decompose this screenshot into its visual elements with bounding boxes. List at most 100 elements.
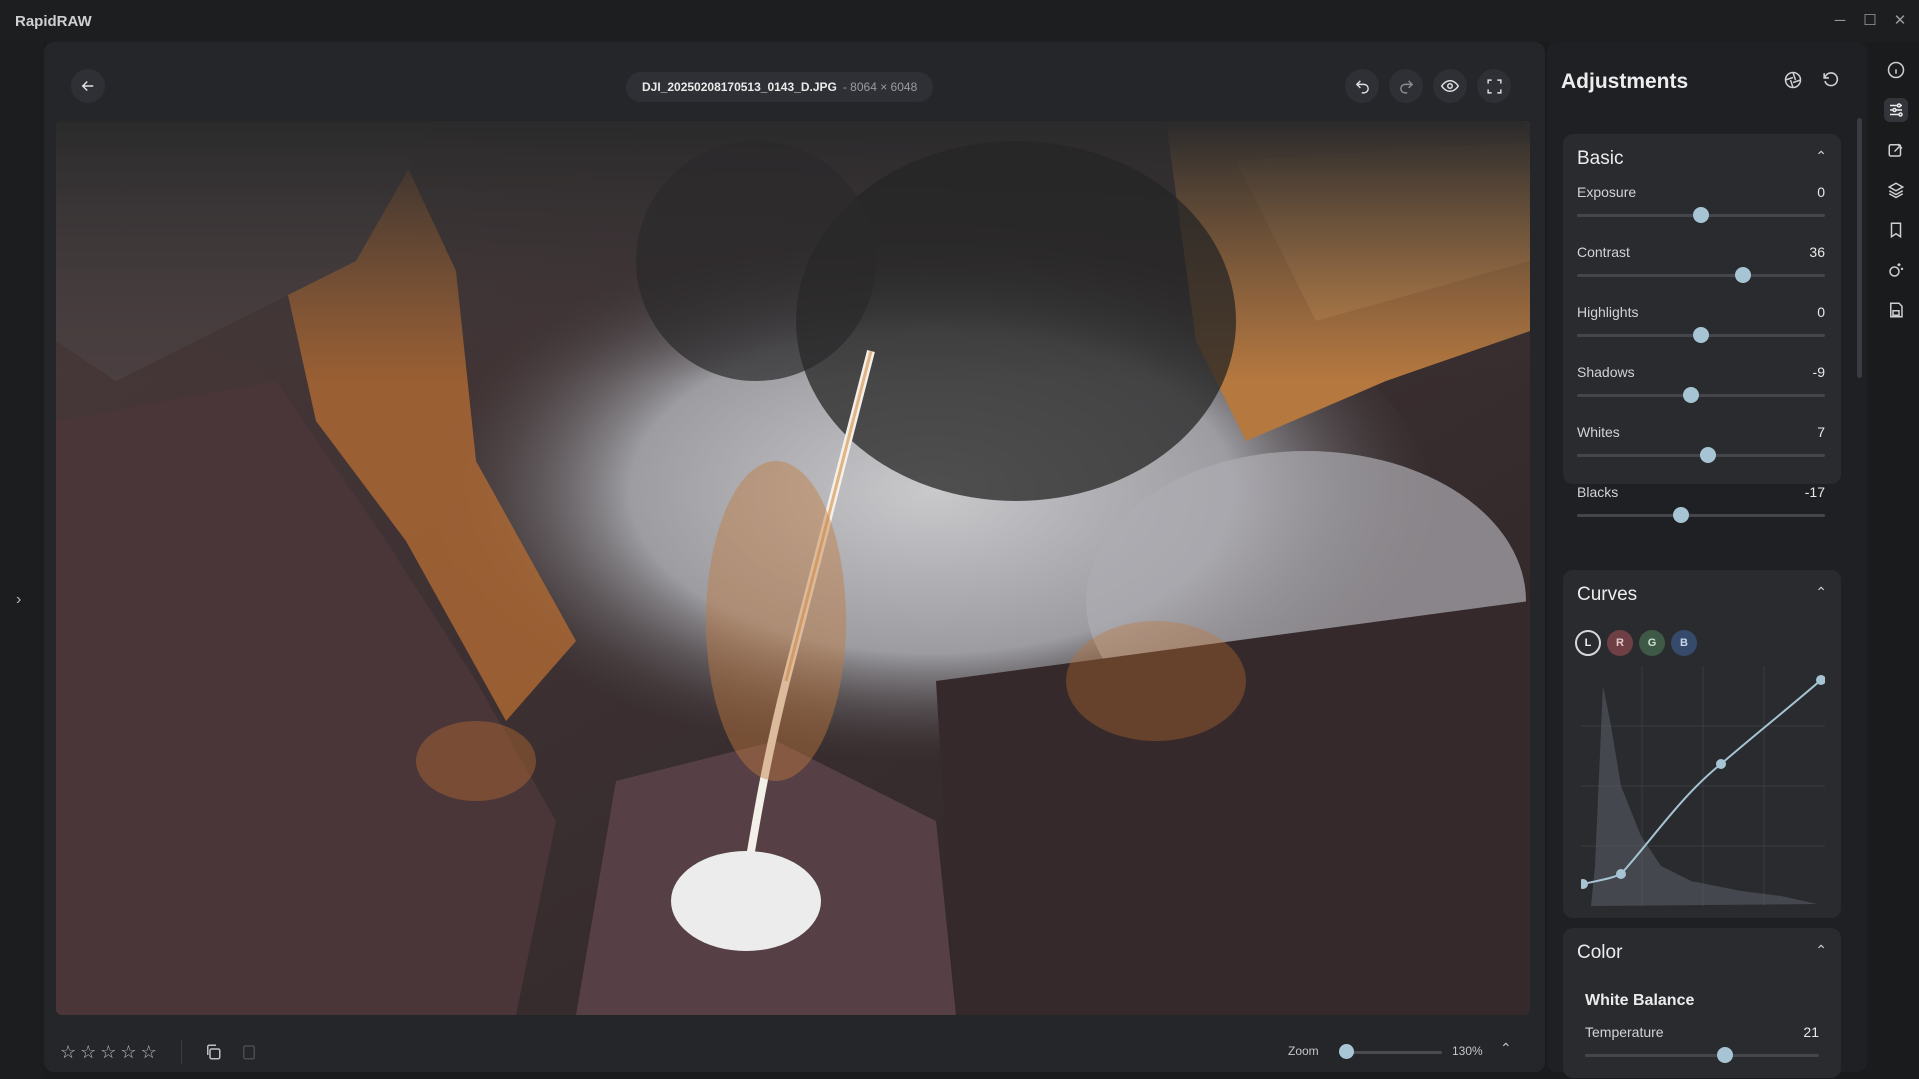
slider-whites: Whites 7 <box>1577 424 1825 472</box>
slider-track[interactable] <box>1577 514 1825 517</box>
curve-point[interactable] <box>1616 869 1626 879</box>
slider-track[interactable] <box>1577 274 1825 277</box>
undo-icon <box>1355 79 1369 94</box>
slider-label: Contrast <box>1577 244 1630 260</box>
slider-knob[interactable] <box>1700 447 1717 463</box>
file-dimensions: - 8064 × 6048 <box>842 80 918 94</box>
slider-knob[interactable] <box>1693 327 1709 343</box>
rating-stars: ☆ ☆ ☆ ☆ ☆ <box>60 1042 157 1063</box>
bookmark-icon <box>1890 222 1902 239</box>
layers-tab-button[interactable] <box>1884 178 1908 202</box>
collapse-chevron-icon[interactable]: ⌃ <box>1815 584 1827 601</box>
chevron-up-icon[interactable]: ⌃ <box>1500 1040 1512 1057</box>
sliders-icon <box>1890 103 1903 117</box>
curve-point[interactable] <box>1716 759 1726 769</box>
zoom-slider-track[interactable] <box>1342 1051 1442 1054</box>
zoom-label: Zoom <box>1288 1044 1319 1058</box>
auto-adjust-button[interactable] <box>1783 70 1805 92</box>
slider-label: Whites <box>1577 424 1620 440</box>
slider-value[interactable]: -17 <box>1805 484 1825 500</box>
panel-scrollbar[interactable] <box>1857 118 1862 378</box>
rating-star-1[interactable]: ☆ <box>60 1042 76 1063</box>
file-info-pill: DJI_20250208170513_0143_D.JPG - 8064 × 6… <box>626 72 934 102</box>
undo-button[interactable] <box>1345 69 1379 103</box>
adjustments-tab-button[interactable] <box>1884 98 1908 122</box>
slider-label: Shadows <box>1577 364 1635 380</box>
zoom-slider-knob[interactable] <box>1339 1044 1354 1059</box>
slider-shadows: Shadows -9 <box>1577 364 1825 412</box>
clipboard-icon <box>243 1045 255 1060</box>
white-balance-title: White Balance <box>1585 992 1695 1009</box>
channel-blue-button[interactable]: B <box>1671 630 1697 656</box>
slider-contrast: Contrast 36 <box>1577 244 1825 292</box>
waterfall-photo <box>56 121 1530 1015</box>
arrow-left-icon <box>81 80 94 92</box>
slider-knob[interactable] <box>1735 267 1752 283</box>
slider-knob[interactable] <box>1673 507 1690 523</box>
slider-blacks: Blacks -17 <box>1577 484 1825 532</box>
crop-tab-button[interactable] <box>1884 138 1908 162</box>
rating-star-2[interactable]: ☆ <box>80 1042 96 1063</box>
rating-star-3[interactable]: ☆ <box>100 1042 116 1063</box>
expand-sidebar-chevron-icon[interactable]: › <box>16 591 21 609</box>
slider-value[interactable]: 7 <box>1817 424 1825 440</box>
maximize-button[interactable]: ☐ <box>1859 10 1881 32</box>
magic-icon <box>1889 263 1904 277</box>
slider-value[interactable]: 0 <box>1817 304 1825 320</box>
info-button[interactable] <box>1884 58 1908 82</box>
color-section: Color ⌃ White Balance Temperature 21 <box>1563 928 1841 1078</box>
adjustments-panel: Adjustments Basic ⌃ Exposure 0 Contrast 36 H… <box>1547 42 1867 1078</box>
fullscreen-icon <box>1486 78 1502 94</box>
paste-adjustments-button[interactable] <box>240 1043 258 1066</box>
slider-exposure: Exposure 0 <box>1577 184 1825 232</box>
color-title: Color <box>1577 942 1623 963</box>
curves-title: Curves <box>1577 584 1638 605</box>
redo-icon <box>1399 79 1413 94</box>
ai-tab-button[interactable] <box>1884 258 1908 282</box>
right-tool-rail <box>1873 42 1919 1079</box>
back-button[interactable] <box>71 69 105 103</box>
slider-value[interactable]: 21 <box>1803 1024 1819 1040</box>
collapse-chevron-icon[interactable]: ⌃ <box>1815 148 1827 165</box>
save-icon <box>1890 302 1903 318</box>
preview-toggle-button[interactable] <box>1433 69 1467 103</box>
redo-button[interactable] <box>1389 69 1423 103</box>
minimize-button[interactable]: ─ <box>1829 10 1851 32</box>
rating-star-5[interactable]: ☆ <box>141 1042 157 1063</box>
export-tab-button[interactable] <box>1884 298 1908 322</box>
slider-knob[interactable] <box>1683 387 1700 403</box>
curve-point[interactable] <box>1581 879 1588 889</box>
fullscreen-button[interactable] <box>1477 69 1511 103</box>
curve-editor[interactable] <box>1581 666 1825 906</box>
slider-label: Exposure <box>1577 184 1637 200</box>
channel-luma-button[interactable]: L <box>1575 630 1601 656</box>
slider-value[interactable]: -9 <box>1813 364 1825 380</box>
title-bar: RapidRAW ─ ☐ ✕ <box>0 0 1919 42</box>
photo-canvas[interactable] <box>56 121 1530 1015</box>
channel-red-button[interactable]: R <box>1607 630 1633 656</box>
channel-green-button[interactable]: G <box>1639 630 1665 656</box>
slider-value[interactable]: 36 <box>1809 244 1825 260</box>
slider-label: Highlights <box>1577 304 1639 320</box>
rating-star-4[interactable]: ☆ <box>120 1042 136 1063</box>
close-button[interactable]: ✕ <box>1889 10 1911 32</box>
reset-icon <box>1823 72 1839 87</box>
slider-label: Temperature <box>1585 1024 1664 1040</box>
temperature-slider: Temperature 21 <box>1585 1024 1819 1072</box>
file-name: DJI_20250208170513_0143_D.JPG <box>642 80 837 94</box>
slider-knob[interactable] <box>1717 1047 1734 1063</box>
layers-icon <box>1887 182 1905 199</box>
slider-track[interactable] <box>1577 394 1825 397</box>
collapse-chevron-icon[interactable]: ⌃ <box>1815 942 1827 959</box>
slider-value[interactable]: 0 <box>1817 184 1825 200</box>
slider-highlights: Highlights 0 <box>1577 304 1825 352</box>
slider-knob[interactable] <box>1693 207 1709 223</box>
reset-adjustments-button[interactable] <box>1821 70 1843 92</box>
aperture-icon <box>1784 71 1802 89</box>
copy-adjustments-button[interactable] <box>204 1043 222 1066</box>
edit-square-icon <box>1888 143 1903 157</box>
copy-icon <box>207 1044 221 1060</box>
presets-tab-button[interactable] <box>1884 218 1908 242</box>
info-icon <box>1887 61 1905 79</box>
slider-track[interactable] <box>1585 1054 1819 1057</box>
